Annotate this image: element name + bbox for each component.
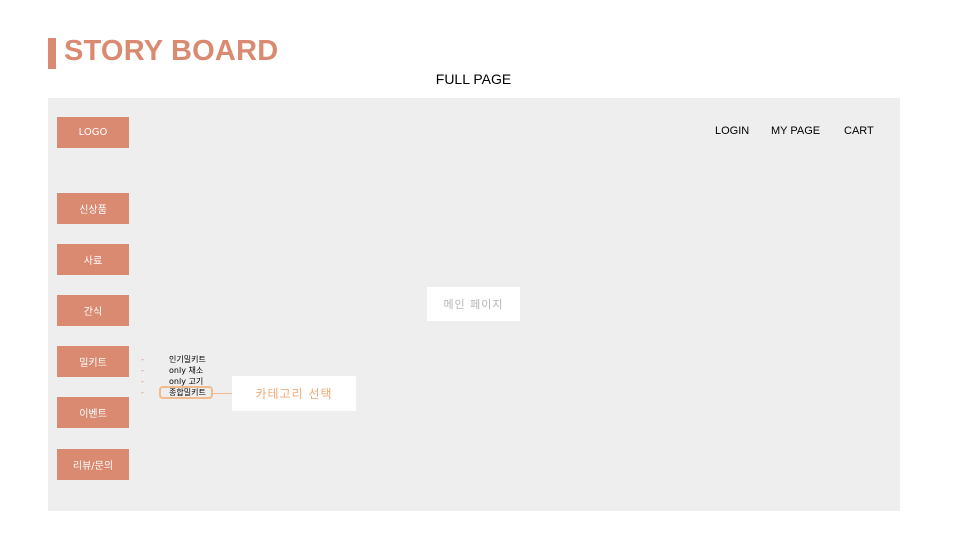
category-select-annotation: 카테고리 선택: [232, 376, 356, 411]
bullet-dash: -: [141, 355, 144, 364]
main-page-placeholder: 메인 페이지: [427, 287, 520, 321]
page-subtitle: FULL PAGE: [435, 71, 512, 87]
sidebar-item-snacks[interactable]: 간식: [57, 295, 129, 326]
submenu-item-label: only 채소: [169, 366, 204, 375]
page-title: STORY BOARD: [64, 35, 279, 67]
bullet-dash: -: [141, 388, 144, 397]
cart-link[interactable]: CART: [844, 125, 874, 137]
my-page-link[interactable]: MY PAGE: [771, 125, 820, 137]
selected-category-highlight: [159, 386, 213, 399]
sidebar-item-feed[interactable]: 사료: [57, 244, 129, 275]
login-link[interactable]: LOGIN: [715, 125, 749, 137]
title-accent-bar: [48, 38, 56, 69]
bullet-dash: -: [141, 366, 144, 375]
logo-button[interactable]: LOGO: [57, 117, 129, 148]
sidebar-item-new-products[interactable]: 신상품: [57, 193, 129, 224]
sidebar-item-events[interactable]: 이벤트: [57, 397, 129, 428]
sidebar-item-meal-kit[interactable]: 밀키트: [57, 346, 129, 377]
submenu-item-label: 인기밀키트: [169, 355, 206, 364]
sidebar-item-reviews[interactable]: 리뷰/문의: [57, 449, 129, 480]
bullet-dash: -: [141, 377, 144, 386]
annotation-connector-line: [213, 393, 232, 394]
